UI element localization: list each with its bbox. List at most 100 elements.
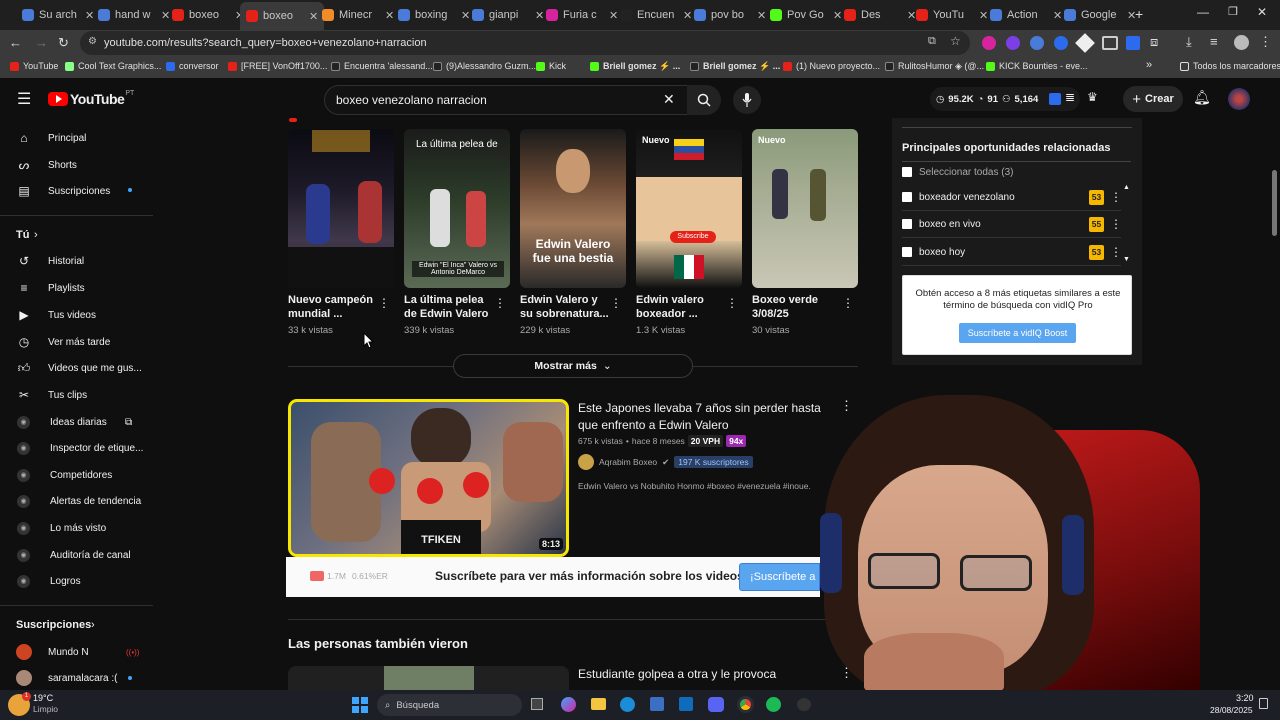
browser-tab[interactable]: hand w ✕: [92, 4, 176, 26]
browser-tab[interactable]: Pov Go ✕: [764, 4, 848, 26]
checkbox[interactable]: [902, 247, 912, 257]
search-button[interactable]: [687, 85, 721, 115]
browser-tab[interactable]: Google ✕: [1058, 4, 1142, 26]
short-thumbnail[interactable]: Edwin Valero fue una bestia: [520, 129, 626, 288]
trophy-icon[interactable]: ♛: [1087, 90, 1098, 104]
bookmark-item[interactable]: KICK Bounties - eve...: [986, 61, 1088, 71]
bookmark-item[interactable]: conversor: [166, 61, 219, 71]
reading-list-icon[interactable]: ≡: [1210, 34, 1218, 49]
address-bar[interactable]: ⚙ youtube.com/results?search_query=boxeo…: [80, 31, 970, 55]
you-header[interactable]: Tú ›: [0, 222, 153, 248]
more-bookmarks-icon[interactable]: »: [1146, 59, 1152, 71]
more-options-icon[interactable]: ⋮: [842, 296, 854, 310]
close-window-icon[interactable]: ✕: [1257, 5, 1267, 19]
short-title[interactable]: Boxeo verde 3/08/25: [752, 293, 844, 321]
show-more-button[interactable]: Mostrar más ⌄: [453, 354, 693, 378]
video-title[interactable]: Este Japones llevaba 7 años sin perder h…: [578, 400, 828, 434]
short-title[interactable]: La última pelea de Edwin Valero: [404, 293, 496, 321]
windows-start-icon[interactable]: [352, 697, 368, 713]
more-options-icon[interactable]: ⋮: [378, 296, 390, 310]
extension-icon[interactable]: [1075, 33, 1095, 53]
bookmark-item[interactable]: (1) Nuevo proyecto...: [783, 61, 880, 71]
channel-row[interactable]: Aqrabim Boxeo ✔ 197 K suscriptores: [578, 454, 753, 470]
store-icon[interactable]: [650, 697, 664, 711]
sidebar-item-playlists[interactable]: ≡ Playlists: [0, 275, 153, 301]
extension-icon[interactable]: [1126, 36, 1140, 50]
more-options-icon[interactable]: ⋮: [726, 296, 738, 310]
bookmark-item[interactable]: Encuentra 'alessand...: [331, 61, 433, 71]
more-options-icon[interactable]: ⋮: [1110, 190, 1122, 204]
sidebar-item-alertas[interactable]: ◉ Alertas de tendencia: [0, 488, 153, 514]
browser-tab[interactable]: gianpi ✕: [466, 4, 550, 26]
more-options-icon[interactable]: ⋮: [494, 296, 506, 310]
new-tab-icon[interactable]: +: [1135, 6, 1143, 22]
browser-tab[interactable]: Su arch ✕: [16, 4, 100, 26]
extension-icon[interactable]: [1054, 36, 1068, 50]
download-icon[interactable]: ⤓: [1186, 34, 1192, 50]
sidebar-item-logros[interactable]: ◉ Logros: [0, 568, 153, 594]
video-thumbnail[interactable]: TFIKEN 8:13: [288, 399, 569, 557]
promo-subscribe-button[interactable]: Suscríbete a vidIQ Boost: [959, 323, 1076, 343]
short-thumbnail[interactable]: La última pelea de Edwin "El Inca" Valer…: [404, 129, 510, 288]
sidebar-item-suscripciones[interactable]: ▤ Suscripciones: [0, 178, 153, 204]
browser-tab[interactable]: Minecr ✕: [316, 4, 400, 26]
copilot-icon[interactable]: [561, 697, 576, 712]
create-button[interactable]: + Crear: [1123, 86, 1183, 112]
short-title[interactable]: Edwin Valero y su sobrenatura...: [520, 293, 612, 321]
sidebar-item-tus-videos[interactable]: ▶ Tus videos: [0, 302, 153, 328]
notification-center-icon[interactable]: [1259, 698, 1268, 709]
more-options-icon[interactable]: ⋮: [1110, 217, 1122, 231]
install-icon[interactable]: ⧉: [928, 35, 936, 48]
browser-tab[interactable]: Furia c ✕: [540, 4, 624, 26]
minimize-icon[interactable]: —: [1197, 5, 1209, 19]
reload-icon[interactable]: ↻: [58, 35, 69, 51]
app-icon[interactable]: [797, 698, 811, 711]
scroll-down-icon[interactable]: ▼: [1123, 256, 1130, 263]
bookmark-item[interactable]: Cool Text Graphics...: [65, 61, 161, 71]
all-bookmarks[interactable]: Todos los marcadores: [1180, 61, 1280, 71]
vidiq-icon[interactable]: [1049, 93, 1061, 105]
sidebar-item-historial[interactable]: ↺ Historial: [0, 248, 153, 274]
sidebar-item-ver-mas-tarde[interactable]: ◷ Ver más tarde: [0, 329, 153, 355]
edge-icon[interactable]: [620, 697, 635, 712]
sidebar-item-clips[interactable]: ✂ Tus clips: [0, 382, 153, 408]
taskbar-search[interactable]: ⌕ Búsqueda: [377, 694, 522, 716]
checkbox[interactable]: [902, 167, 912, 177]
more-options-icon[interactable]: ⋮: [610, 296, 622, 310]
select-all-row[interactable]: Seleccionar todas (3): [902, 161, 1122, 183]
bookmark-item[interactable]: YouTube: [10, 61, 58, 71]
sidebar-item-auditoria[interactable]: ◉ Auditoría de canal: [0, 542, 153, 568]
file-explorer-icon[interactable]: [591, 698, 606, 710]
sidebar-sub-saramalacara[interactable]: saramalacara :(: [0, 665, 153, 691]
sidebar-item-liked[interactable]: 👍︎ Videos que me gus...: [0, 355, 153, 381]
site-info-icon[interactable]: ⚙: [88, 36, 97, 47]
sidebar-item-competidores[interactable]: ◉ Competidores: [0, 462, 153, 488]
browser-tab[interactable]: boxeo✕: [240, 2, 325, 30]
bookmark-item[interactable]: RulitosHumor ◈ (@...: [885, 61, 984, 72]
extensions-puzzle-icon[interactable]: ⧈: [1150, 34, 1158, 50]
browser-tab[interactable]: Encuen ✕: [614, 4, 698, 26]
bookmark-item[interactable]: Briell gomez ⚡ ...: [590, 61, 680, 72]
extension-icon[interactable]: [1006, 36, 1020, 50]
extension-icon[interactable]: [982, 36, 996, 50]
channel-avatar[interactable]: [1228, 88, 1250, 110]
back-icon[interactable]: ←: [9, 35, 22, 50]
checkbox[interactable]: [902, 219, 912, 229]
task-view-icon[interactable]: [531, 698, 543, 710]
bookmark-item[interactable]: (9)Alessandro Guzm...: [433, 61, 536, 71]
outlook-icon[interactable]: [679, 697, 693, 711]
sidebar-item-ideas[interactable]: ◉ Ideas diarias ⧉: [0, 409, 153, 435]
sidebar-item-lo-mas-visto[interactable]: ◉ Lo más visto: [0, 515, 153, 541]
short-thumbnail[interactable]: [288, 129, 394, 288]
browser-tab[interactable]: pov bo ✕: [688, 4, 772, 26]
more-options-icon[interactable]: ⋮: [1110, 245, 1122, 259]
bookmark-item[interactable]: [FREE] VonOff1700...: [228, 61, 327, 71]
tag-row[interactable]: boxeo en vivo 55 ⋮: [902, 213, 1122, 235]
video-thumbnail[interactable]: [288, 666, 569, 690]
extension-icon[interactable]: [1030, 36, 1044, 50]
bookmark-item[interactable]: Briell gomez ⚡ ...: [690, 61, 780, 72]
bookmark-item[interactable]: Kick: [536, 61, 566, 71]
sidebar-sub-mundo-n[interactable]: Mundo N ((•)): [0, 639, 153, 665]
short-title[interactable]: Nuevo campeón mundial ...: [288, 293, 380, 321]
bookmark-star-icon[interactable]: ☆: [950, 34, 961, 48]
